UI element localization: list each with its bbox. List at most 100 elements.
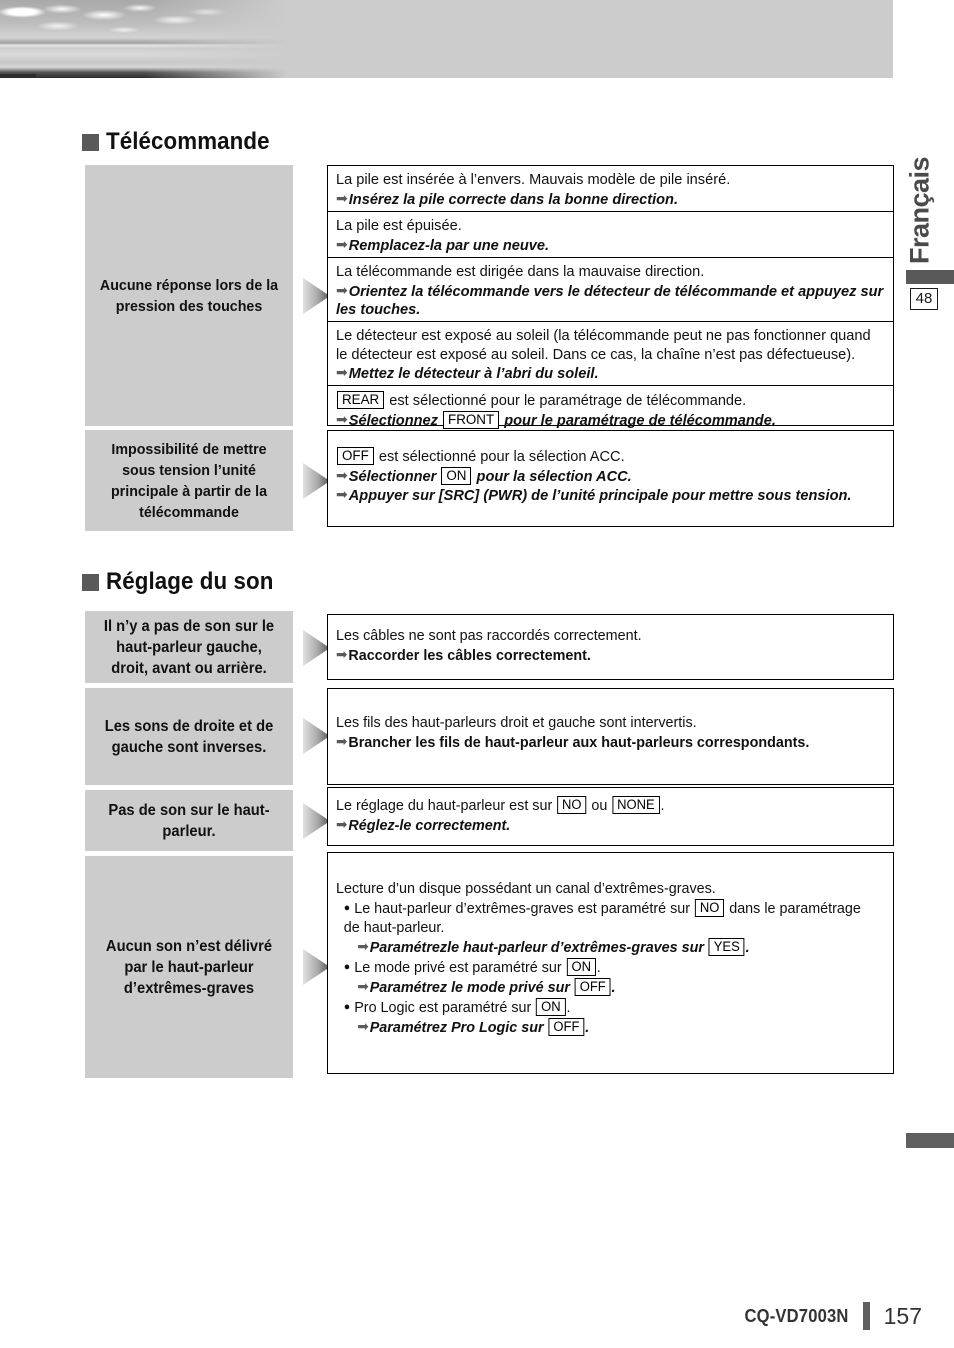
- value-token-front: FRONT: [443, 410, 500, 429]
- model-number: CQ-VD7003N: [744, 1305, 849, 1326]
- fix-arrow-icon: ➡: [336, 733, 348, 749]
- cause-fix-item: Les fils des haut-parleurs droit et gauc…: [328, 689, 893, 783]
- symptom-text: Pas de son sur le haut-parleur.: [108, 801, 270, 840]
- bullet-item: ● Pro Logic est paramétré sur ON.: [343, 998, 571, 1016]
- bottom-tab-marker: [906, 1133, 954, 1148]
- symptom-cell: Il n’y a pas de son sur le haut-parleur …: [85, 611, 293, 683]
- fix-text-2: ➡Appuyer sur [SRC] (PWR) de l’unité prin…: [336, 486, 852, 504]
- fix-arrow-icon: ➡: [357, 938, 369, 954]
- fix-text: ➡Mettez le détecteur à l’abri du soleil.: [336, 364, 599, 382]
- fix-arrow-icon: ➡: [336, 410, 348, 427]
- fix-arrow-icon: ➡: [336, 189, 348, 206]
- symptom-cell: Les sons de droite et de gauche sont inv…: [85, 688, 293, 785]
- bullet-fix: ➡Paramétrezle haut-parleur d’extrêmes-gr…: [357, 938, 750, 956]
- table-row: Pas de son sur le haut-parleur. Le régla…: [85, 787, 894, 851]
- fix-arrow-icon: ➡: [336, 816, 348, 832]
- cause-text: OFF est sélectionné pour la sélection AC…: [336, 447, 885, 467]
- bullet-dot-icon: ●: [343, 961, 351, 973]
- flow-arrow-icon: [303, 949, 330, 985]
- seascape-photo: [0, 0, 300, 78]
- cause-text: Les fils des haut-parleurs droit et gauc…: [336, 715, 697, 731]
- value-token-rear: REAR: [337, 391, 385, 409]
- cause-fix-item: REAR est sélectionné pour le paramétrage…: [328, 386, 893, 430]
- table-row: Impossibilité de mettre sous tension l’u…: [85, 430, 894, 531]
- fix-arrow-icon: ➡: [336, 466, 348, 483]
- value-token-no: NO: [695, 899, 725, 917]
- fix-arrow-icon: ➡: [336, 281, 348, 298]
- symptom-text: Il n’y a pas de son sur le haut-parleur …: [103, 617, 275, 677]
- cause-fix-cell: Les câbles ne sont pas raccordés correct…: [327, 614, 894, 680]
- side-marker-bar: [906, 270, 954, 284]
- symptom-cell: Aucune réponse lors de la pression des t…: [85, 165, 293, 426]
- symptom-cell: Aucun son n’est délivré par le haut-parl…: [85, 856, 293, 1078]
- fix-text: ➡Orientez la télécommande vers le détect…: [336, 281, 884, 319]
- symptom-cell: Impossibilité de mettre sous tension l’u…: [85, 430, 293, 531]
- cause-text: La pile est épuisée.: [336, 218, 462, 234]
- chapter-number-badge: 48: [910, 288, 938, 310]
- cause-fix-cell: Les fils des haut-parleurs droit et gauc…: [327, 688, 894, 785]
- symptom-text: Aucun son n’est délivré par le haut-parl…: [105, 937, 273, 997]
- section-title: Télécommande: [106, 128, 270, 155]
- value-token-off: OFF: [574, 978, 611, 996]
- cause-fix-cell: La pile est insérée à l’envers. Mauvais …: [327, 165, 894, 429]
- header-band: [0, 0, 893, 78]
- cause-fix-item: La pile est insérée à l’envers. Mauvais …: [328, 166, 893, 212]
- page-footer: CQ-VD7003N 157: [0, 1296, 954, 1336]
- section-title: Réglage du son: [106, 568, 274, 595]
- table-row: Aucun son n’est délivré par le haut-parl…: [85, 852, 894, 1078]
- fix-text: ➡Remplacez-la par une neuve.: [336, 235, 550, 254]
- cause-fix-item: Le détecteur est exposé au soleil (la té…: [328, 322, 893, 386]
- bullet-fix: ➡Paramétrez le mode privé sur OFF.: [357, 978, 616, 996]
- cause-fix-item: Lecture d’un disque possédant un canal d…: [328, 853, 893, 1072]
- fix-text: ➡Sélectionner ON pour la sélection ACC.: [336, 466, 632, 485]
- value-token-yes: YES: [708, 938, 745, 956]
- bullet-item: ● Le mode privé est paramétré sur ON.: [343, 958, 601, 976]
- cause-fix-item: La pile est épuisée. ➡Remplacez-la par u…: [328, 212, 893, 258]
- footer-divider: [862, 1302, 870, 1330]
- fix-text: ➡Réglez-le correctement.: [336, 816, 511, 834]
- trouble-table-sound: Il n’y a pas de son sur le haut-parleur …: [85, 611, 894, 1078]
- fix-arrow-icon: ➡: [336, 235, 348, 252]
- cause-fix-cell: Lecture d’un disque possédant un canal d…: [327, 852, 894, 1074]
- symptom-text: Les sons de droite et de gauche sont inv…: [104, 717, 274, 756]
- fix-text: ➡Insérez la pile correcte dans la bonne …: [336, 189, 679, 208]
- cause-text: REAR est sélectionné pour le paramétrage…: [336, 391, 885, 411]
- cause-fix-cell: Le réglage du haut-parleur est sur NO ou…: [327, 787, 894, 846]
- flow-arrow-icon: [303, 463, 330, 499]
- cause-fix-item: OFF est sélectionné pour la sélection AC…: [328, 431, 893, 525]
- bullet-fix: ➡Paramétrez Pro Logic sur OFF.: [357, 1018, 590, 1036]
- page-number: 157: [883, 1302, 922, 1329]
- value-token-no: NO: [557, 796, 587, 814]
- bullet-dot-icon: ●: [343, 1001, 351, 1013]
- symptom-cell: Pas de son sur le haut-parleur.: [85, 790, 293, 851]
- cause-fix-cell: OFF est sélectionné pour la sélection AC…: [327, 430, 894, 527]
- fix-text: ➡Brancher les fils de haut-parleur aux h…: [336, 733, 810, 751]
- fix-text: ➡Sélectionnez FRONT pour le paramétrage …: [336, 410, 776, 429]
- symptom-text: Aucune réponse lors de la pression des t…: [99, 276, 279, 315]
- cause-text: Le réglage du haut-parleur est sur NO ou…: [336, 796, 665, 814]
- bullet-dot-icon: ●: [343, 902, 351, 914]
- cause-text: Les câbles ne sont pas raccordés correct…: [336, 628, 642, 644]
- side-tab: Français 48: [893, 145, 954, 320]
- language-label: Français: [904, 156, 935, 265]
- table-row: Il n’y a pas de son sur le haut-parleur …: [85, 611, 894, 683]
- value-token-on: ON: [566, 958, 596, 976]
- fix-arrow-icon: ➡: [336, 364, 348, 380]
- table-row: Les sons de droite et de gauche sont inv…: [85, 688, 894, 785]
- cause-text: La télécommande est dirigée dans la mauv…: [336, 264, 705, 280]
- cause-fix-item: Les câbles ne sont pas raccordés correct…: [328, 615, 893, 678]
- section-heading-remote: Télécommande: [82, 128, 282, 156]
- value-token-on: ON: [441, 466, 472, 485]
- photo-edge-strip: [0, 74, 36, 78]
- value-token-none: NONE: [612, 796, 660, 814]
- flow-arrow-icon: [303, 630, 330, 666]
- bullet-item: ● Le haut-parleur d’extrêmes-graves est …: [343, 899, 861, 936]
- fix-text: ➡Raccorder les câbles correctement.: [336, 646, 591, 664]
- cause-text: Le détecteur est exposé au soleil (la té…: [336, 328, 871, 363]
- flow-arrow-icon: [303, 803, 330, 839]
- cause-fix-item: Le réglage du haut-parleur est sur NO ou…: [328, 788, 893, 844]
- flow-arrow-icon: [303, 278, 330, 314]
- symptom-text: Impossibilité de mettre sous tension l’u…: [110, 440, 268, 521]
- table-row: Aucune réponse lors de la pression des t…: [85, 165, 894, 429]
- fix-arrow-icon: ➡: [357, 1018, 369, 1034]
